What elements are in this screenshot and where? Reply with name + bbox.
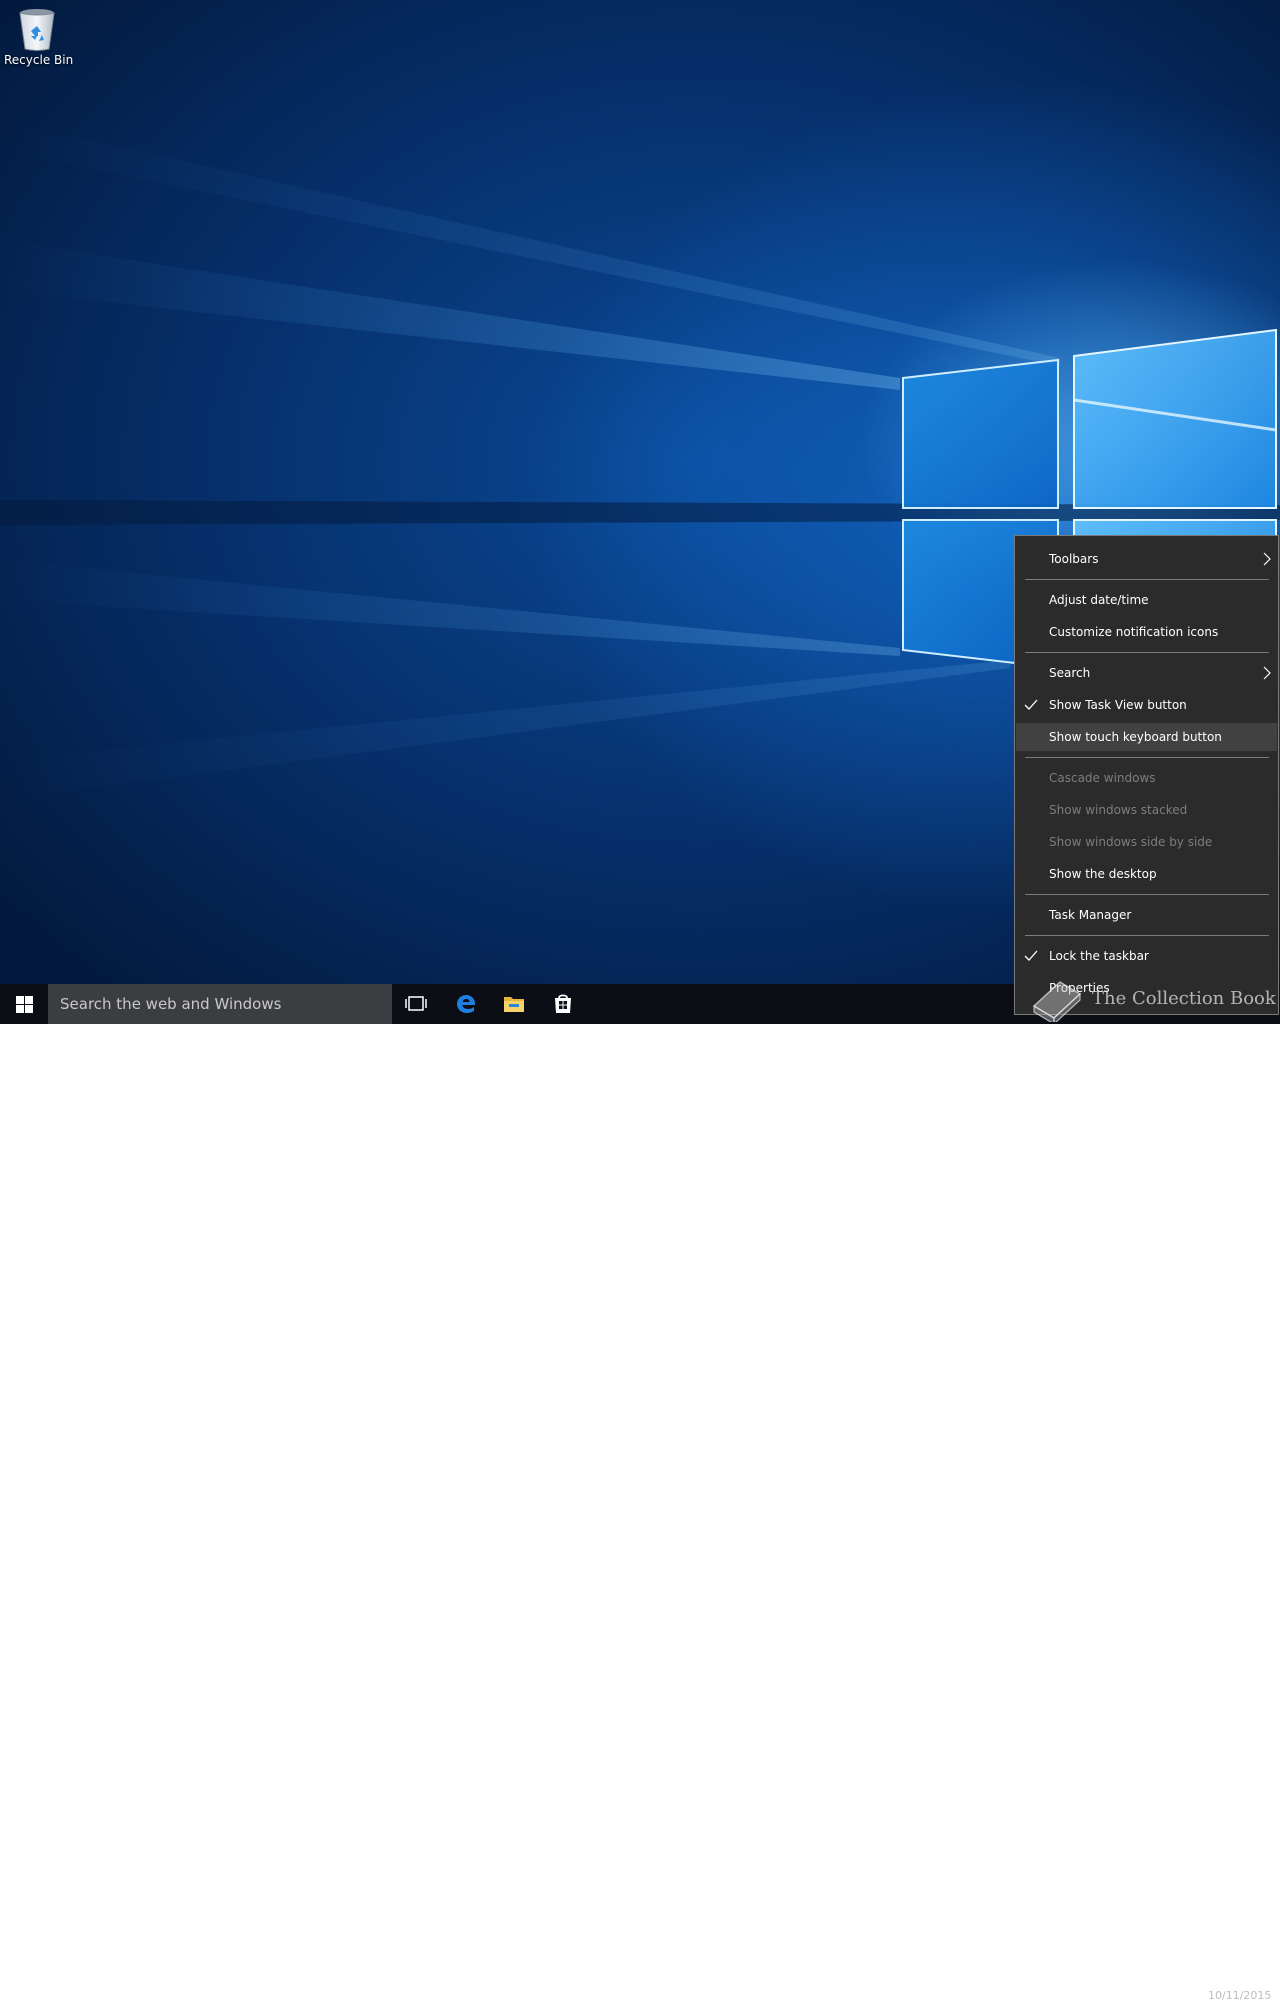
menu-item-properties[interactable]: Properties [1016, 974, 1277, 1002]
menu-item-lock-the-taskbar[interactable]: Lock the taskbar [1016, 942, 1277, 970]
menu-item-show-windows-side-by-side: Show windows side by side [1016, 828, 1277, 856]
store-icon [555, 994, 571, 1013]
menu-separator [1025, 652, 1269, 653]
menu-item-label: Show windows stacked [1049, 803, 1188, 817]
menu-item-label: Show windows side by side [1049, 835, 1213, 849]
checkmark-icon [1024, 950, 1038, 961]
start-button[interactable] [0, 984, 48, 1024]
task-view-icon [405, 996, 427, 1011]
menu-item-label: Search [1049, 666, 1091, 680]
menu-separator [1025, 894, 1269, 895]
file-explorer-button[interactable] [490, 984, 538, 1024]
menu-item-toolbars[interactable]: Toolbars [1016, 545, 1277, 573]
menu-item-show-touch-keyboard-button[interactable]: Show touch keyboard button [1016, 723, 1277, 751]
clock-date[interactable]: 10/11/2015 [1208, 1989, 1271, 2002]
menu-item-customize-notification-icons[interactable]: Customize notification icons [1016, 618, 1277, 646]
edge-icon [457, 995, 476, 1013]
edge-button[interactable] [442, 984, 490, 1024]
recycle-bin-icon [19, 9, 55, 51]
menu-item-task-manager[interactable]: Task Manager [1016, 901, 1277, 929]
menu-item-label: Adjust date/time [1049, 593, 1149, 607]
menu-item-label: Show Task View button [1049, 698, 1187, 712]
task-view-button[interactable] [392, 984, 440, 1024]
folder-icon [504, 997, 524, 1012]
recycle-bin-label: Recycle Bin [4, 53, 74, 67]
menu-item-search[interactable]: Search [1016, 659, 1277, 687]
menu-item-label: Customize notification icons [1049, 625, 1219, 639]
menu-item-label: Task Manager [1049, 908, 1132, 922]
menu-item-cascade-windows: Cascade windows [1016, 764, 1277, 792]
search-placeholder: Search the web and Windows [60, 995, 282, 1013]
menu-item-adjust-date-time[interactable]: Adjust date/time [1016, 586, 1277, 614]
store-button[interactable] [539, 984, 587, 1024]
menu-separator [1025, 757, 1269, 758]
chevron-right-icon [1263, 666, 1271, 680]
menu-item-label: Properties [1049, 981, 1110, 995]
menu-item-show-task-view-button[interactable]: Show Task View button [1016, 691, 1277, 719]
menu-item-label: Show touch keyboard button [1049, 730, 1222, 744]
menu-separator [1025, 935, 1269, 936]
menu-item-label: Toolbars [1049, 552, 1099, 566]
desktop-icon-recycle-bin[interactable]: Recycle Bin [4, 6, 74, 76]
chevron-right-icon [1263, 552, 1271, 566]
menu-item-label: Cascade windows [1049, 771, 1156, 785]
menu-separator [1025, 579, 1269, 580]
taskbar-context-menu: Toolbars Adjust date/time Customize noti… [1014, 535, 1279, 1015]
menu-item-label: Lock the taskbar [1049, 949, 1149, 963]
search-input[interactable]: Search the web and Windows [48, 984, 392, 1024]
menu-item-label: Show the desktop [1049, 867, 1157, 881]
checkmark-icon [1024, 699, 1038, 710]
windows-logo-icon [16, 996, 33, 1013]
menu-item-show-windows-stacked: Show windows stacked [1016, 796, 1277, 824]
menu-item-show-the-desktop[interactable]: Show the desktop [1016, 860, 1277, 888]
